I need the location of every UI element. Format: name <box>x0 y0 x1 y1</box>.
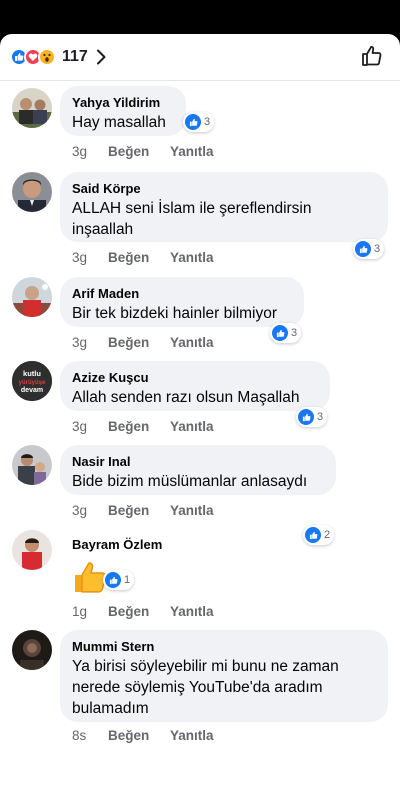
comment-item: Arif Maden Bir tek bizdeki hainler bilmi… <box>0 277 400 357</box>
reaction-count: 3 <box>204 116 211 128</box>
like-reaction-icon <box>272 325 288 341</box>
comment-actions: 3g Beğen Yanıtla <box>72 419 214 434</box>
commenter-name[interactable]: Bayram Özlem <box>72 536 162 553</box>
comment-bubble[interactable]: Yahya Yildirim Hay masallah <box>60 86 186 136</box>
reaction-count: 3 <box>317 411 324 423</box>
comment-item: Bayram Özlem 1 1g Beğen Yanıtla <box>0 530 400 630</box>
wow-reaction-icon <box>38 48 56 66</box>
reply-button[interactable]: Yanıtla <box>170 728 214 743</box>
comment-item: Mummi Stern Ya birisi söyleyebilir mi bu… <box>0 630 400 750</box>
comment-time[interactable]: 1g <box>72 604 108 619</box>
comment-time[interactable]: 3g <box>72 144 108 159</box>
reply-button[interactable]: Yanıtla <box>170 335 214 350</box>
commenter-name[interactable]: Arif Maden <box>72 285 292 302</box>
like-button[interactable]: Beğen <box>108 728 170 743</box>
comment-reactions[interactable]: 3 <box>296 407 328 427</box>
like-reaction-icon <box>298 409 314 425</box>
comment-reactions[interactable]: 3 <box>270 323 302 343</box>
comment-actions: 3g Beğen Yanıtla <box>72 335 214 350</box>
commenter-name[interactable]: Mummi Stern <box>72 638 376 655</box>
avatar[interactable] <box>12 172 52 212</box>
comment-actions: 3g Beğen Yanıtla <box>72 144 214 159</box>
comment-bubble[interactable]: Nasir Inal Bide bizim müslümanlar anlasa… <box>60 445 336 495</box>
reaction-count: 3 <box>291 327 298 339</box>
avatar-logo-text: kutlu <box>23 369 41 378</box>
comment-actions: 3g Beğen Yanıtla <box>72 503 214 518</box>
comment-time[interactable]: 3g <box>72 250 108 265</box>
avatar[interactable] <box>12 445 52 485</box>
comment-reactions[interactable]: 3 <box>183 112 215 132</box>
like-button[interactable]: Beğen <box>108 604 170 619</box>
like-button[interactable]: Beğen <box>108 250 170 265</box>
comment-item: Yahya Yildirim Hay masallah 3 3g Beğen Y… <box>0 86 400 168</box>
comment-item: kutlu yürüyüşe devam Azize Kuşcu Allah s… <box>0 361 400 441</box>
comment-text: ALLAH seni İslam ile şereflendirsin inşa… <box>72 200 312 238</box>
reaction-summary[interactable]: 117 <box>10 47 106 67</box>
comment-time[interactable]: 8s <box>72 728 108 743</box>
commenter-name[interactable]: Nasir Inal <box>72 453 324 470</box>
avatar[interactable]: kutlu yürüyüşe devam <box>12 361 52 401</box>
reaction-count: 1 <box>124 574 131 586</box>
like-post-icon[interactable] <box>360 44 384 73</box>
svg-text:devam: devam <box>21 387 43 394</box>
comments-sheet: 117 Yahya Yildirim Hay masallah 3 3g Beğ… <box>0 34 400 786</box>
comment-time[interactable]: 3g <box>72 503 108 518</box>
like-button[interactable]: Beğen <box>108 335 170 350</box>
comment-item: Said Körpe ALLAH seni İslam ile şereflen… <box>0 172 400 272</box>
comment-bubble[interactable]: Azize Kuşcu Allah senden razı olsun Maşa… <box>60 361 330 411</box>
avatar[interactable] <box>12 277 52 317</box>
comment-reactions[interactable]: 3 <box>353 239 385 259</box>
like-button[interactable]: Beğen <box>108 419 170 434</box>
comment-time[interactable]: 3g <box>72 335 108 350</box>
like-reaction-icon <box>105 572 121 588</box>
comment-actions: 8s Beğen Yanıtla <box>72 728 214 743</box>
reply-button[interactable]: Yanıtla <box>170 250 214 265</box>
comment-bubble[interactable]: Said Körpe ALLAH seni İslam ile şereflen… <box>60 172 388 242</box>
chevron-right-icon[interactable] <box>96 49 106 65</box>
comment-text: Bir tek bizdeki hainler bilmiyor <box>72 305 278 322</box>
comment-text: Bide bizim müslümanlar anlasaydı <box>72 473 308 490</box>
like-button[interactable]: Beğen <box>108 144 170 159</box>
comment-text: Ya birisi söyleyebilir mi bunu ne zaman … <box>72 658 339 717</box>
avatar[interactable] <box>12 88 52 128</box>
like-reaction-icon <box>355 241 371 257</box>
reply-button[interactable]: Yanıtla <box>170 144 214 159</box>
commenter-name[interactable]: Yahya Yildirim <box>72 94 174 111</box>
comment-bubble[interactable]: Arif Maden Bir tek bizdeki hainler bilmi… <box>60 277 304 327</box>
comment-actions: 3g Beğen Yanıtla <box>72 250 214 265</box>
reaction-count: 117 <box>62 48 88 65</box>
comment-text: Allah senden razı olsun Maşallah <box>72 389 300 406</box>
comment-reactions[interactable]: 1 <box>103 570 135 590</box>
comment-actions: 1g Beğen Yanıtla <box>72 604 214 619</box>
comment-bubble[interactable]: Mummi Stern Ya birisi söyleyebilir mi bu… <box>60 630 388 722</box>
reply-button[interactable]: Yanıtla <box>170 503 214 518</box>
avatar[interactable] <box>12 630 52 670</box>
commenter-name[interactable]: Azize Kuşcu <box>72 369 318 386</box>
avatar[interactable] <box>12 530 52 570</box>
comment-item: Nasir Inal Bide bizim müslümanlar anlasa… <box>0 445 400 545</box>
like-reaction-icon <box>185 114 201 130</box>
reaction-count: 3 <box>374 243 381 255</box>
svg-text:yürüyüşe: yürüyüşe <box>19 380 46 386</box>
reactions-header: 117 <box>0 34 400 81</box>
comment-time[interactable]: 3g <box>72 419 108 434</box>
like-button[interactable]: Beğen <box>108 503 170 518</box>
comment-text: Hay masallah <box>72 114 166 131</box>
reply-button[interactable]: Yanıtla <box>170 419 214 434</box>
reply-button[interactable]: Yanıtla <box>170 604 214 619</box>
commenter-name[interactable]: Said Körpe <box>72 180 376 197</box>
